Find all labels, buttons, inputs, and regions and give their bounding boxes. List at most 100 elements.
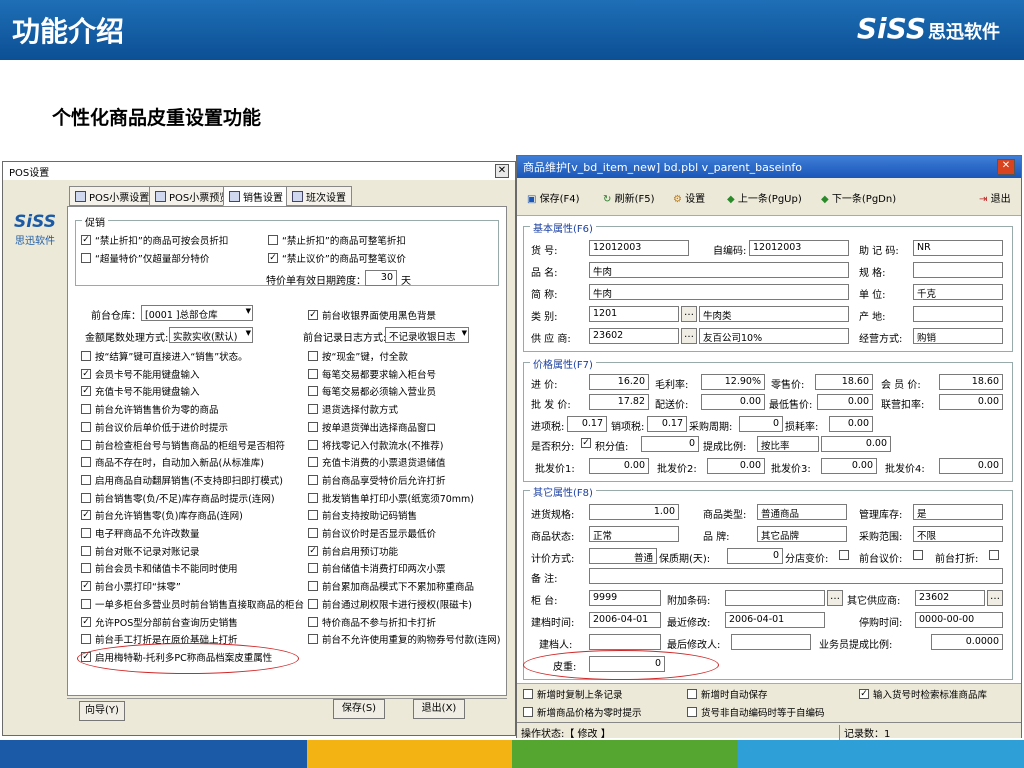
pricing-input[interactable]: 普通	[589, 548, 657, 564]
retail-input[interactable]: 18.60	[815, 374, 873, 390]
loss-input[interactable]: 0.00	[829, 416, 873, 432]
sales-option[interactable]: 前台通过刷权限卡进行授权(限磁卡)	[308, 597, 472, 611]
toolbar-refresh-button[interactable]: ↻ 刷新(F5)	[603, 190, 655, 205]
wp1-input[interactable]: 0.00	[589, 458, 649, 474]
checkbox[interactable]	[81, 598, 91, 609]
sales-option[interactable]: 按“现金”键，付全款	[308, 349, 408, 363]
intax-input[interactable]: 0.17	[567, 416, 607, 432]
sales-option[interactable]: 前台累加商品模式下不累加称重商品	[308, 579, 474, 593]
promo-option[interactable]: ✓ “禁止议价”的商品可整笔议价	[268, 251, 406, 265]
toolbar-settings-button[interactable]: ⚙ 设置	[673, 190, 705, 205]
sales-option[interactable]: 特价商品不参与折扣卡打折	[308, 615, 436, 629]
checkbox[interactable]	[81, 421, 91, 432]
sales-option[interactable]: 电子秤商品不允许改数量	[81, 526, 200, 540]
tab-shift-settings[interactable]: 班次设置	[286, 186, 352, 206]
status-input[interactable]: 正常	[589, 526, 679, 542]
points-checkbox[interactable]: ✓	[581, 438, 591, 448]
footer-option[interactable]: ✓ 输入货号时检索标准商品库	[859, 687, 987, 701]
sales-option[interactable]: 前台议价时是否显示最低价	[308, 526, 436, 540]
wp2-input[interactable]: 0.00	[707, 458, 765, 474]
footer-option[interactable]: 新增时自动保存	[687, 687, 768, 701]
sales-option[interactable]: ✓ 允许POS型分部前台查询历史销售	[81, 615, 238, 629]
checkbox[interactable]	[308, 368, 318, 379]
outtax-input[interactable]: 0.17	[647, 416, 687, 432]
pointval-input[interactable]: 0	[641, 436, 699, 452]
other-supplier-input[interactable]: 23602	[915, 590, 985, 606]
toolbar-save-button[interactable]: ▣ 保存(F4)	[527, 190, 580, 205]
dist-input[interactable]: 0.00	[701, 394, 765, 410]
checkbox[interactable]	[308, 457, 318, 468]
sales-option[interactable]: 前台不允许使用重复的购物券号付款(连网)	[308, 632, 500, 646]
supplier-lookup-button[interactable]: …	[681, 328, 697, 344]
promo-option[interactable]: “禁止折扣”的商品可整笔折扣	[268, 233, 406, 247]
note-input[interactable]	[589, 568, 1003, 584]
pos-discount-checkbox[interactable]	[989, 550, 999, 560]
sales-option[interactable]: 退货选择付款方式	[308, 402, 398, 416]
sales-option[interactable]: ✓ 前台允许销售零(负)库存商品(连网)	[81, 508, 243, 522]
checkbox[interactable]	[308, 492, 318, 503]
checkbox[interactable]	[81, 563, 91, 574]
sales-option[interactable]: 前台允许销售售价为零的商品	[81, 402, 219, 416]
checkbox[interactable]	[687, 689, 697, 699]
sales-option[interactable]: 前台检查柜台号与销售商品的柜组号是否相符	[81, 438, 285, 452]
scope-input[interactable]: 不限	[913, 526, 1003, 542]
sales-option[interactable]: 按“结算”键可直接进入“销售”状态。	[81, 349, 248, 363]
stock-input[interactable]: 是	[913, 504, 1003, 520]
brand-input[interactable]: 其它品牌	[757, 526, 847, 542]
sales-option[interactable]: ✓ 前台启用预订功能	[308, 544, 398, 558]
supplier-code-input[interactable]: 23602	[589, 328, 679, 344]
sales-option[interactable]: 前台储值卡消费打印两次小票	[308, 561, 446, 575]
checkbox[interactable]: ✓	[81, 235, 91, 245]
store-price-checkbox[interactable]	[839, 550, 849, 560]
shelf-input[interactable]: 0	[727, 548, 783, 564]
checkbox[interactable]: ✓	[308, 310, 318, 320]
warehouse-select[interactable]: [0001 ]总部仓库	[141, 305, 253, 321]
margin-input[interactable]: 12.90%	[701, 374, 765, 390]
promo-option[interactable]: “超量特价”仅超量部分特价	[81, 251, 209, 265]
footer-option[interactable]: 新增商品价格为零时提示	[523, 705, 642, 719]
sales-option[interactable]: 商品不存在时，自动加入新品(从标准库)	[81, 455, 264, 469]
checkbox[interactable]: ✓	[81, 616, 91, 627]
wp3-input[interactable]: 0.00	[821, 458, 877, 474]
joint-input[interactable]: 0.00	[939, 394, 1003, 410]
purchase-input[interactable]: 16.20	[589, 374, 649, 390]
mnemonic-input[interactable]: NR	[913, 240, 1003, 256]
sales-option[interactable]: 充值卡消费的小票退货退储值	[308, 455, 446, 469]
tab-sales-settings[interactable]: 销售设置	[223, 186, 289, 206]
checkbox[interactable]	[308, 581, 318, 592]
checkbox[interactable]	[81, 528, 91, 538]
close-icon[interactable]: ✕	[997, 159, 1015, 175]
rounding-select[interactable]: 实款实收(默认)	[169, 327, 253, 343]
sales-option[interactable]: 启用商品自动翻屏销售(不支持即扫即打模式)	[81, 473, 283, 487]
category-code-input[interactable]: 1201	[589, 306, 679, 322]
checkbox[interactable]	[308, 386, 318, 397]
log-select[interactable]: 不记录收银日志	[385, 327, 469, 343]
sales-option[interactable]: 一单多柜台多营业员时前台销售直接取商品的柜台	[81, 597, 304, 611]
sales-option[interactable]: ✓ 会员卡号不能用键盘输入	[81, 367, 200, 381]
close-icon[interactable]: ✕	[495, 164, 509, 178]
checkbox[interactable]	[81, 545, 91, 556]
wholesale-input[interactable]: 17.82	[589, 394, 649, 410]
checkbox[interactable]	[81, 457, 91, 468]
footer-option[interactable]: 货号非自动编码时等于自编码	[687, 705, 825, 719]
barcode-lookup-button[interactable]: …	[827, 590, 843, 606]
spec-input[interactable]	[913, 262, 1003, 278]
checkbox[interactable]	[308, 528, 318, 538]
checkbox[interactable]: ✓	[81, 386, 91, 397]
sales-option[interactable]: 前台对账不记录对账记录	[81, 544, 200, 558]
checkbox[interactable]	[687, 707, 697, 717]
checkbox[interactable]	[308, 474, 318, 485]
checkbox[interactable]	[308, 598, 318, 609]
checkbox[interactable]	[81, 634, 91, 645]
checkbox[interactable]	[81, 492, 91, 503]
code-input[interactable]: 12012003	[589, 240, 689, 256]
checkbox[interactable]	[268, 235, 278, 245]
stopped-input[interactable]: 0000-00-00	[915, 612, 1003, 628]
exit-button[interactable]: 退出(X)	[413, 699, 465, 719]
wp4-input[interactable]: 0.00	[939, 458, 1003, 474]
promo-option[interactable]: ✓ “禁止折扣”的商品可按会员折扣	[81, 233, 228, 247]
sales-option[interactable]: 前台会员卡和储值卡不能同时使用	[81, 561, 238, 575]
checkbox[interactable]	[308, 421, 318, 432]
checkbox[interactable]	[81, 474, 91, 485]
sales-option[interactable]: 按单退货弹出选择商品窗口	[308, 420, 436, 434]
